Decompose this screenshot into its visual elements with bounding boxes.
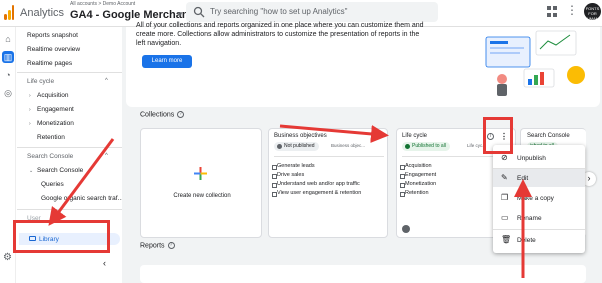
search-placeholder: Try searching "how to set up Analytics" bbox=[210, 7, 348, 16]
list-item: Engagement bbox=[399, 172, 437, 179]
nav-item-organic-search[interactable]: Google organic search traf... bbox=[41, 195, 123, 202]
menu-item-edit[interactable]: ✎ Edit bbox=[493, 169, 585, 187]
search-input[interactable]: Try searching "how to set up Analytics" bbox=[186, 2, 438, 22]
status-badge: Not published bbox=[274, 142, 319, 151]
nav-item-reports-snapshot[interactable]: Reports snapshot bbox=[27, 32, 78, 39]
chevron-right-icon[interactable]: › bbox=[29, 93, 31, 99]
section-life-cycle[interactable]: Life cycle bbox=[27, 78, 54, 85]
divider bbox=[274, 156, 384, 157]
collections-title: Collections? bbox=[140, 111, 185, 119]
home-icon[interactable]: ⌂ bbox=[2, 33, 14, 45]
chevron-up-icon[interactable]: ^ bbox=[105, 78, 108, 84]
eye-icon bbox=[405, 144, 410, 149]
advertising-icon[interactable]: ◎ bbox=[2, 87, 14, 99]
section-search-console[interactable]: Search Console bbox=[27, 153, 73, 160]
nav-item-retention[interactable]: Retention bbox=[37, 134, 65, 141]
menu-item-label: Edit bbox=[517, 175, 529, 182]
divider bbox=[493, 229, 585, 230]
status-text: Published to all bbox=[412, 143, 446, 149]
explore-icon[interactable]: ◔ bbox=[2, 69, 14, 81]
nav-item-engagement[interactable]: Engagement bbox=[37, 106, 74, 113]
reports-title: Reports? bbox=[140, 242, 175, 249]
rename-icon: ▭ bbox=[501, 213, 509, 222]
create-collection-label: Create new collection bbox=[173, 193, 231, 199]
library-banner: All of your collections and reports orga… bbox=[126, 22, 600, 107]
learn-more-button[interactable]: Learn more bbox=[142, 55, 192, 68]
menu-item-label: Make a copy bbox=[517, 195, 554, 202]
business-objectives-card[interactable]: Business objectives Not published Busine… bbox=[268, 128, 388, 238]
nav-item-realtime-pages[interactable]: Realtime pages bbox=[27, 60, 72, 67]
not-published-icon bbox=[277, 144, 282, 149]
apps-grid-icon[interactable] bbox=[547, 6, 559, 18]
help-icon[interactable]: ? bbox=[167, 242, 175, 249]
unpublish-icon: ⊘ bbox=[501, 153, 508, 162]
illustration-image bbox=[485, 30, 585, 96]
list-item: Acquisition bbox=[400, 163, 432, 170]
trash-icon: 🗑 bbox=[501, 235, 512, 244]
highlight-box-more-button bbox=[483, 117, 513, 154]
list-item: Generate leads bbox=[272, 163, 315, 170]
card-title: Search Console bbox=[527, 133, 570, 139]
list-item: View user engagement & retention bbox=[271, 190, 362, 197]
search-icon bbox=[193, 6, 205, 18]
collapse-nav-icon[interactable]: ‹ bbox=[103, 258, 106, 268]
nav-item-search-console[interactable]: Search Console bbox=[37, 167, 83, 174]
list-item: Understand web and/or app traffic bbox=[272, 181, 360, 188]
chevron-down-icon[interactable]: ▼ bbox=[176, 10, 184, 19]
menu-item-rename[interactable]: ▭ Rename bbox=[493, 209, 585, 227]
chevron-up-icon[interactable]: ^ bbox=[105, 153, 108, 159]
status-badge: Published to all bbox=[402, 142, 450, 151]
divider bbox=[17, 72, 122, 73]
nav-item-queries[interactable]: Queries bbox=[41, 181, 64, 188]
app-name: Analytics bbox=[20, 7, 65, 19]
divider bbox=[17, 209, 122, 210]
reports-label: Reports bbox=[140, 242, 165, 250]
avatar[interactable]: FONTS FOR HUMANS bbox=[584, 3, 601, 21]
pencil-icon: ✎ bbox=[501, 173, 508, 182]
card-title: Business objectives bbox=[274, 133, 327, 139]
list-item: Drive sales bbox=[271, 172, 305, 179]
more-vert-icon[interactable]: ⋮ bbox=[566, 3, 578, 17]
chevron-right-icon[interactable]: › bbox=[29, 121, 31, 127]
divider bbox=[17, 147, 122, 148]
create-collection-card[interactable]: Create new collection bbox=[140, 128, 262, 238]
menu-item-label: Rename bbox=[517, 215, 542, 222]
status-text: Not published bbox=[284, 143, 315, 149]
template-badge: Business objec... bbox=[331, 143, 366, 148]
collection-context-menu: ⊘ Unpublish ✎ Edit ❐ Make a copy ▭ Renam… bbox=[493, 145, 585, 253]
copy-icon: ❐ bbox=[501, 193, 509, 202]
plus-icon bbox=[194, 167, 207, 180]
highlight-box-library bbox=[13, 220, 110, 253]
chevron-down-icon[interactable]: ⌄ bbox=[29, 168, 33, 174]
account-path: All accounts > Demo Account bbox=[70, 1, 136, 7]
nav-item-monetization[interactable]: Monetization bbox=[37, 120, 74, 127]
chevron-right-icon[interactable]: › bbox=[29, 107, 31, 113]
menu-item-make-copy[interactable]: ❐ Make a copy bbox=[493, 189, 585, 207]
menu-item-label: Unpublish bbox=[517, 155, 546, 162]
gear-icon[interactable]: ⚙ bbox=[3, 252, 12, 263]
globe-icon bbox=[402, 225, 410, 233]
collections-label: Collections bbox=[140, 111, 175, 119]
nav-item-realtime-overview[interactable]: Realtime overview bbox=[27, 46, 80, 53]
card-title: Life cycle bbox=[402, 133, 428, 139]
reports-table bbox=[140, 265, 586, 283]
reports-icon[interactable]: ▥ bbox=[2, 51, 14, 63]
nav-item-acquisition[interactable]: Acquisition bbox=[37, 92, 68, 99]
list-item: Retention bbox=[400, 190, 429, 197]
menu-item-delete[interactable]: 🗑 Delete bbox=[493, 231, 585, 249]
list-item: Monetization bbox=[399, 181, 437, 188]
menu-item-label: Delete bbox=[517, 237, 536, 244]
banner-text: All of your collections and reports orga… bbox=[136, 22, 424, 47]
help-icon[interactable]: ? bbox=[177, 111, 185, 118]
analytics-logo-icon[interactable] bbox=[4, 5, 14, 20]
